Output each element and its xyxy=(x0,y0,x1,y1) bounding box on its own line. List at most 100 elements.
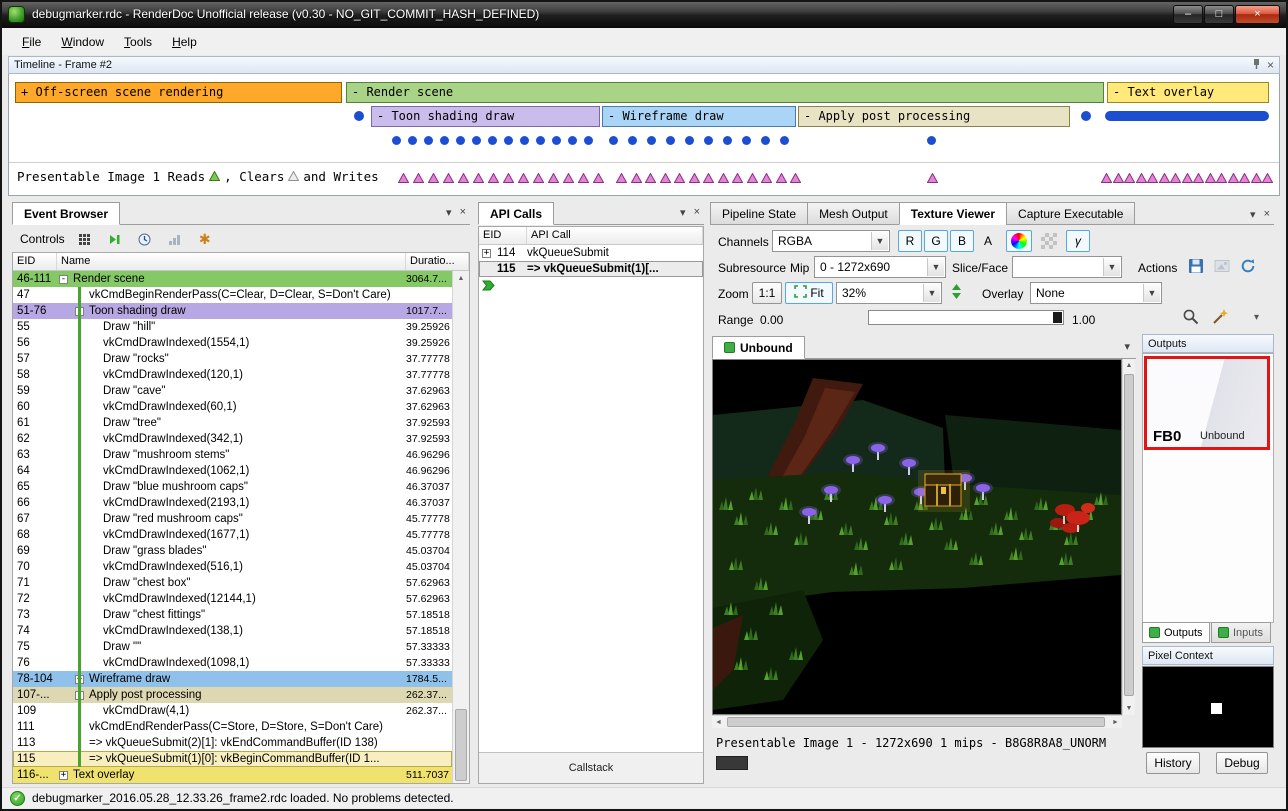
draw-event-dot[interactable] xyxy=(761,136,770,145)
scroll-right-icon[interactable]: ► xyxy=(1109,716,1122,728)
close-button[interactable]: × xyxy=(1235,5,1280,24)
channel-a-toggle[interactable]: A xyxy=(976,230,1000,252)
scroll-up-icon[interactable]: ▲ xyxy=(453,271,469,287)
api-row[interactable]: +114vkQueueSubmit xyxy=(479,245,703,261)
draw-event-dot[interactable] xyxy=(685,136,694,145)
bookmark-icon[interactable]: ✱ xyxy=(195,229,215,249)
close-icon[interactable]: × xyxy=(1264,208,1270,221)
event-row[interactable]: 56vkCmdDrawIndexed(1554,1)39.25926 xyxy=(13,335,452,351)
event-row[interactable]: 58vkCmdDrawIndexed(120,1)37.77778 xyxy=(13,367,452,383)
event-row[interactable]: 109vkCmdDraw(4,1)262.37... xyxy=(13,703,452,719)
history-button[interactable]: History xyxy=(1146,752,1200,774)
event-row[interactable]: 107-...-Apply post processing262.37... xyxy=(13,687,452,703)
scroll-up-icon[interactable]: ▲ xyxy=(1123,359,1135,372)
write-triangle-icon[interactable] xyxy=(776,172,787,182)
menu-tools[interactable]: Tools xyxy=(114,31,162,53)
write-triangle-icon[interactable] xyxy=(488,172,499,182)
scroll-left-icon[interactable]: ◄ xyxy=(712,716,725,728)
zoom-1to1-button[interactable]: 1:1 xyxy=(752,282,782,304)
draw-event-dot[interactable] xyxy=(666,136,675,145)
expand-expander[interactable]: + xyxy=(59,771,68,780)
write-triangle-icon[interactable] xyxy=(1147,172,1158,182)
draw-event-dot[interactable] xyxy=(609,136,618,145)
timeline-block-toon-shading[interactable]: - Toon shading draw xyxy=(371,106,600,127)
event-row[interactable]: 46-111-Render scene3064.7... xyxy=(13,271,452,287)
close-icon[interactable]: × xyxy=(1267,58,1274,72)
write-triangle-icon[interactable] xyxy=(518,172,529,182)
fit-button[interactable]: Fit xyxy=(785,282,833,304)
tab-event-browser[interactable]: Event Browser xyxy=(12,202,120,225)
event-row[interactable]: 66vkCmdDrawIndexed(2193,1)46.37037 xyxy=(13,495,452,511)
write-triangle-icon[interactable] xyxy=(1251,172,1262,182)
draw-event-dot[interactable] xyxy=(408,136,417,145)
pixel-context-header[interactable]: Pixel Context xyxy=(1142,646,1274,665)
write-triangle-icon[interactable] xyxy=(1159,172,1170,182)
maximize-button[interactable]: □ xyxy=(1204,5,1234,24)
chevron-down-icon[interactable]: ▾ xyxy=(680,206,686,219)
channel-g-toggle[interactable]: G xyxy=(924,230,948,252)
scrollbar-thumb[interactable] xyxy=(1124,374,1134,696)
write-triangle-icon[interactable] xyxy=(503,172,514,182)
collapse-expander[interactable]: - xyxy=(59,275,68,284)
close-icon[interactable]: × xyxy=(460,206,466,219)
scroll-down-icon[interactable]: ▼ xyxy=(1123,702,1135,715)
channels-select[interactable]: RGBA▼ xyxy=(772,230,890,252)
export-texture-icon[interactable] xyxy=(1214,258,1230,277)
range-slider-handle[interactable] xyxy=(1053,312,1062,323)
scrollbar-thumb[interactable] xyxy=(455,709,467,781)
event-row[interactable]: 63Draw "mushroom stems"46.96296 xyxy=(13,447,452,463)
channel-r-toggle[interactable]: R xyxy=(898,230,922,252)
chevron-down-icon[interactable]: ▾ xyxy=(1124,340,1130,353)
write-triangle-icon[interactable] xyxy=(548,172,559,182)
jump-to-event-icon[interactable] xyxy=(105,229,125,249)
overflow-chevron-icon[interactable]: ▾ xyxy=(1254,312,1259,323)
mip-select[interactable]: 0 - 1272x690▼ xyxy=(814,256,946,278)
event-row[interactable]: 65Draw "blue mushroom caps"46.37037 xyxy=(13,479,452,495)
draw-event-dot[interactable] xyxy=(424,136,433,145)
overlay-select[interactable]: None▼ xyxy=(1030,282,1162,304)
write-triangle-icon[interactable] xyxy=(578,172,589,182)
event-row[interactable]: 64vkCmdDrawIndexed(1062,1)46.96296 xyxy=(13,463,452,479)
checkerboard-button[interactable] xyxy=(1036,230,1062,252)
write-triangle-icon[interactable] xyxy=(689,172,700,182)
event-row[interactable]: 116-...+Text overlay511.7037 xyxy=(13,767,452,783)
title-bar[interactable]: debugmarker.rdc - RenderDoc Unofficial r… xyxy=(0,0,1288,28)
event-row[interactable]: 67Draw "red mushroom caps"45.77778 xyxy=(13,511,452,527)
expand-expander[interactable]: + xyxy=(482,249,491,258)
timeline-block-render-scene[interactable]: - Render scene xyxy=(346,82,1104,103)
event-row[interactable]: 115=> vkQueueSubmit(1)[0]: vkBeginComman… xyxy=(13,751,452,767)
texture-vertical-scrollbar[interactable]: ▲ ▼ xyxy=(1122,359,1135,715)
draw-event-dot[interactable] xyxy=(647,136,656,145)
tab-inputs[interactable]: Inputs xyxy=(1211,622,1271,643)
event-row[interactable]: 76vkCmdDrawIndexed(1098,1)57.33333 xyxy=(13,655,452,671)
timeline-block-text-overlay[interactable]: - Text overlay xyxy=(1107,82,1269,103)
tab-pipeline-state[interactable]: Pipeline State xyxy=(710,202,808,225)
range-slider[interactable] xyxy=(868,310,1064,325)
write-triangle-icon[interactable] xyxy=(631,172,642,182)
draw-event-dot[interactable] xyxy=(392,136,401,145)
event-row[interactable]: 47vkCmdBeginRenderPass(C=Clear, D=Clear,… xyxy=(13,287,452,303)
tab-mesh-output[interactable]: Mesh Output xyxy=(807,202,900,225)
event-row[interactable]: 111vkCmdEndRenderPass(C=Store, D=Store, … xyxy=(13,719,452,735)
menu-window[interactable]: Window xyxy=(51,31,114,53)
write-triangle-icon[interactable] xyxy=(1239,172,1250,182)
write-triangle-icon[interactable] xyxy=(703,172,714,182)
stats-icon[interactable] xyxy=(165,229,185,249)
texture-preview[interactable] xyxy=(712,359,1122,715)
channel-b-toggle[interactable]: B xyxy=(950,230,974,252)
slice-face-select[interactable]: ▼ xyxy=(1012,256,1122,278)
timeline-panel[interactable]: Presentable Image 1 Reads , Clears and W… xyxy=(8,74,1280,196)
write-triangle-icon[interactable] xyxy=(1113,172,1124,182)
pin-icon[interactable] xyxy=(1252,58,1261,73)
gamma-toggle[interactable]: γ xyxy=(1066,230,1090,252)
write-triangle-icon[interactable] xyxy=(1205,172,1216,182)
fb0-thumbnail[interactable]: FB0 Unbound xyxy=(1144,356,1270,450)
write-triangle-icon[interactable] xyxy=(1228,172,1239,182)
column-duration[interactable]: Duratio... xyxy=(406,253,469,270)
write-triangle-icon[interactable] xyxy=(473,172,484,182)
event-row[interactable]: 61Draw "tree"37.92593 xyxy=(13,415,452,431)
write-triangle-icon[interactable] xyxy=(747,172,758,182)
chevron-down-icon[interactable]: ▾ xyxy=(1250,208,1256,221)
minimize-button[interactable]: – xyxy=(1173,5,1203,24)
write-triangle-icon[interactable] xyxy=(1136,172,1147,182)
